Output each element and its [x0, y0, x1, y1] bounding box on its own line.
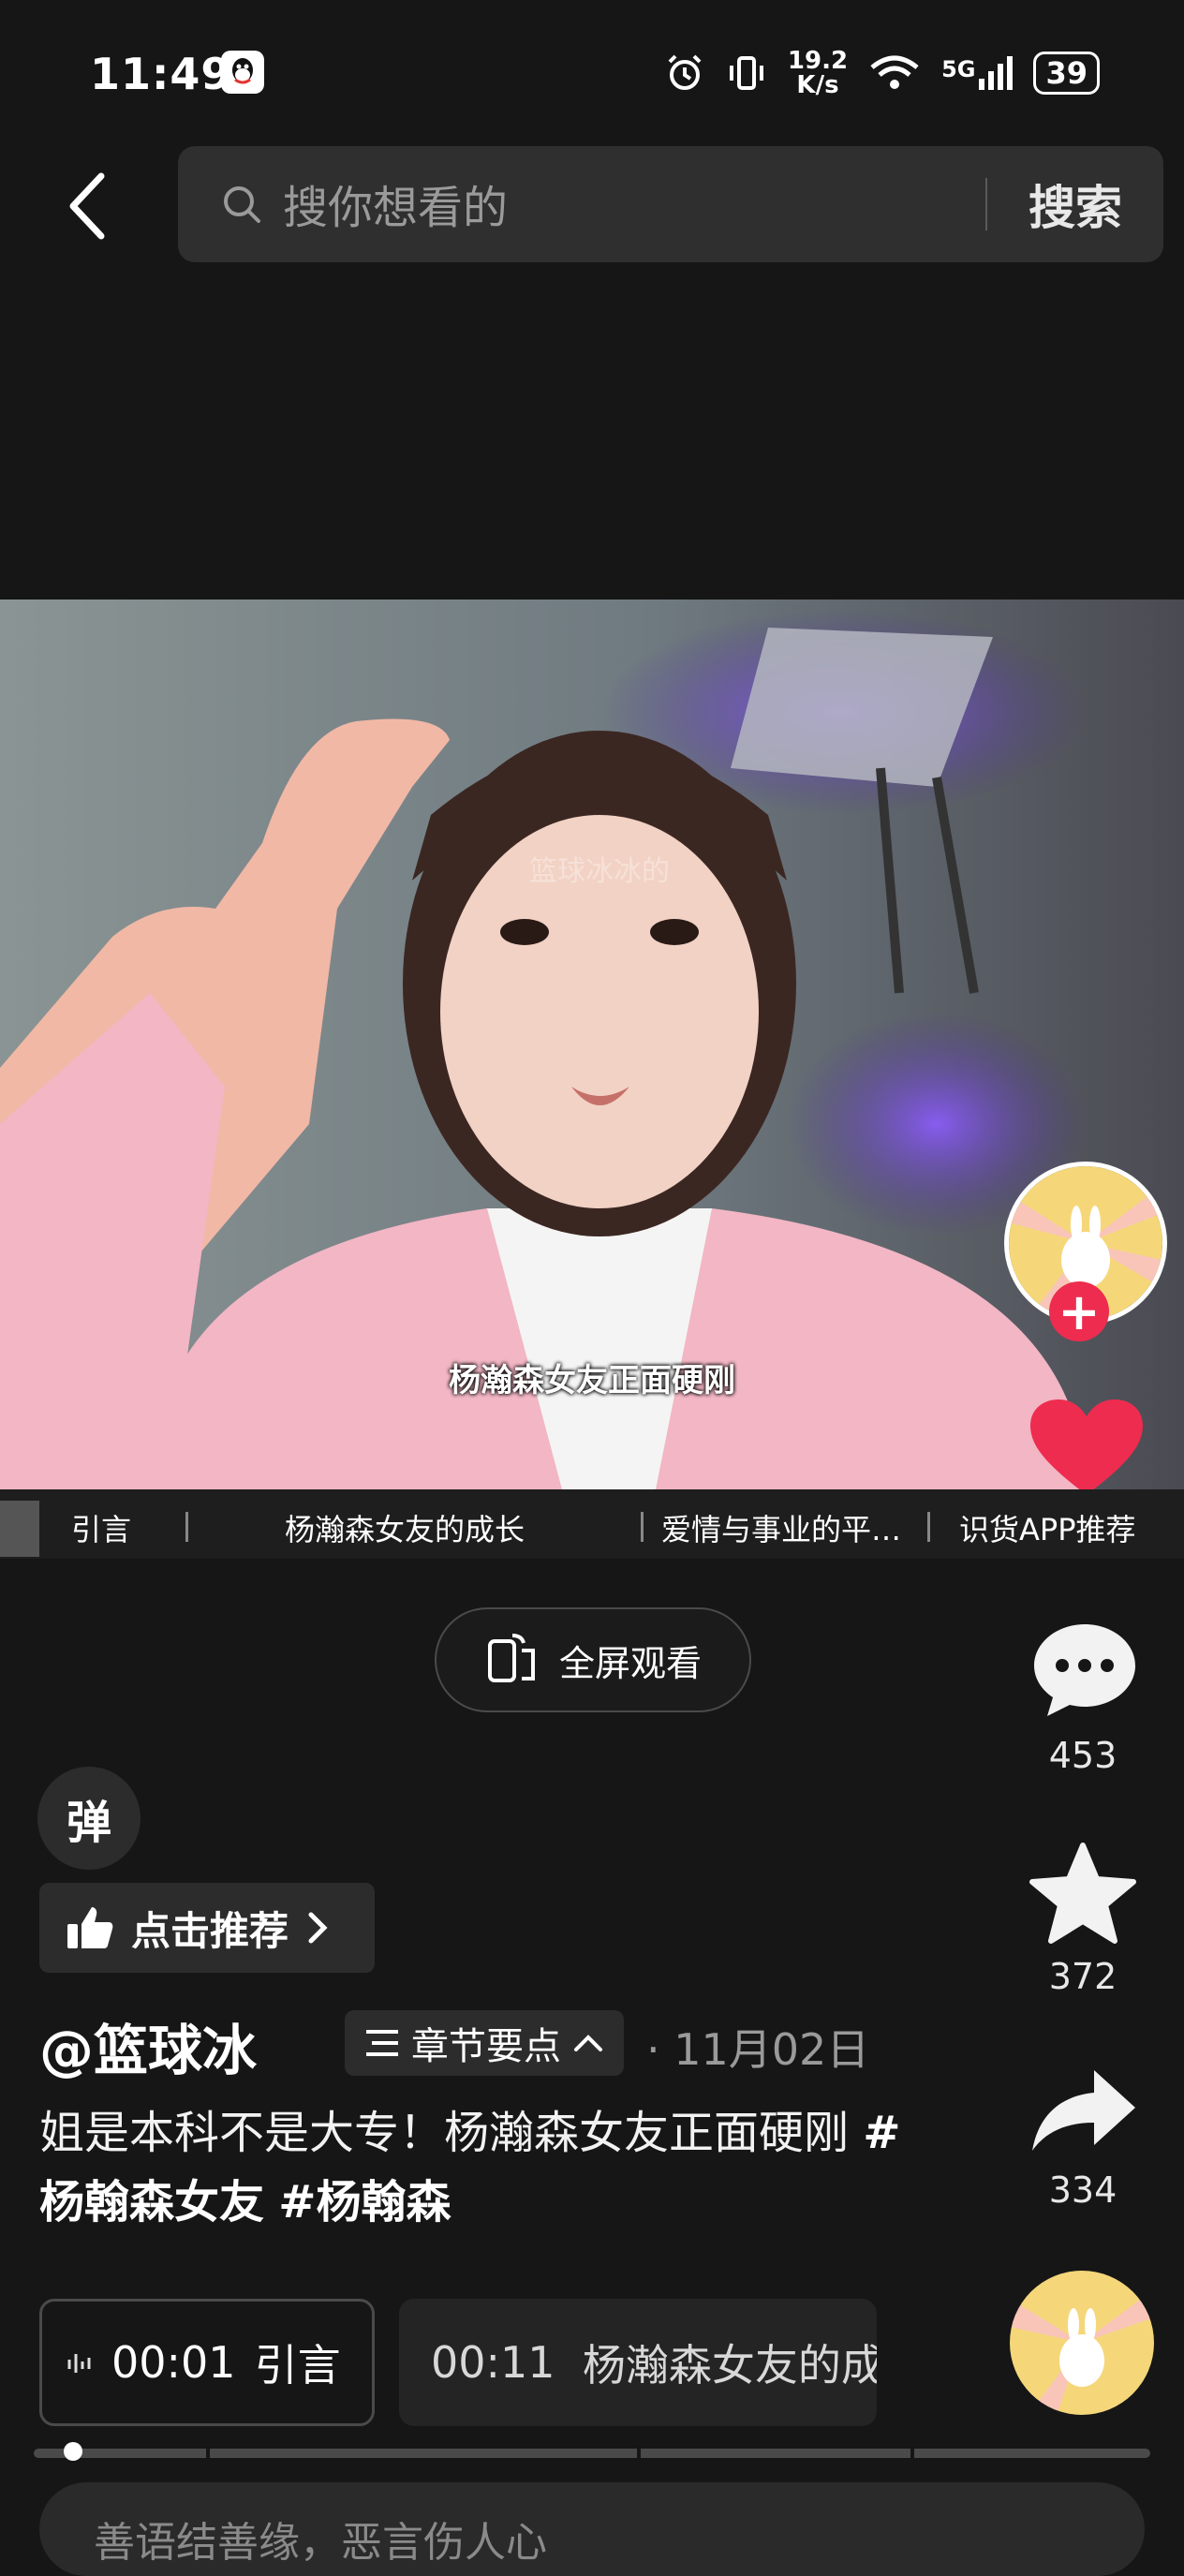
battery-indicator: 39: [1033, 52, 1100, 95]
cellular-signal-icon: 5G: [941, 56, 1014, 90]
audio-wave-icon: [67, 2354, 91, 2373]
qq-notification-icon: [221, 51, 264, 94]
favorite-count: 372: [1048, 1956, 1117, 1997]
search-input[interactable]: 搜你想看的: [283, 170, 508, 236]
list-icon: [366, 2030, 398, 2056]
alarm-icon: [668, 54, 702, 90]
comment-input[interactable]: 善语结善缘，恶言伤人心: [94, 2509, 547, 2569]
chapter-card-active[interactable]: 00:01 引言: [39, 2299, 375, 2426]
chapter-bar-item[interactable]: 引言: [71, 1506, 131, 1549]
chapter-bar-item[interactable]: 爱情与事业的平…: [661, 1506, 901, 1549]
back-button[interactable]: [60, 169, 116, 244]
music-disc-avatar[interactable]: [1010, 2271, 1154, 2415]
status-icons: 19.2 K/s 5G 39: [664, 49, 1100, 97]
rabbit-avatar-icon: [1010, 2271, 1154, 2415]
fullscreen-label: 全屏观看: [558, 1642, 702, 1684]
comment-count: 453: [1048, 1735, 1117, 1776]
rotate-screen-icon: [487, 1634, 535, 1682]
chevron-up-icon: [574, 2035, 602, 2051]
chapter-card-time: 00:11: [431, 2337, 555, 2388]
chapter-bar-item[interactable]: 杨瀚森女友的成长: [285, 1506, 525, 1549]
chapter-separator: [927, 1512, 930, 1542]
author-name[interactable]: @篮球冰: [39, 2006, 257, 2085]
search-icon: [224, 186, 260, 223]
danmaku-toggle-button[interactable]: 弹: [37, 1767, 141, 1870]
post-date: · 11月02日: [646, 2024, 870, 2075]
progress-chapter-tick: [206, 2449, 210, 2458]
recommend-label: 点击推荐: [131, 1907, 289, 1954]
chapter-separator: [185, 1512, 188, 1542]
share-arrow-icon[interactable]: [1029, 2066, 1139, 2154]
vibrate-icon: [729, 56, 763, 90]
wifi-icon: [870, 55, 919, 89]
follow-button[interactable]: +: [1049, 1281, 1109, 1341]
progress-chapter-tick: [910, 2449, 914, 2458]
favorite-star-icon[interactable]: [1029, 1842, 1137, 1947]
chapter-points-label: 章节要点: [411, 2025, 561, 2068]
post-description: 姐是本科不是大专！杨瀚森女友正面硬刚 #杨翰森女友 #杨翰森: [39, 2098, 901, 2237]
video-watermark: 篮球冰冰的: [529, 855, 670, 888]
progress-chapter-tick: [637, 2449, 641, 2458]
chapter-bar-item[interactable]: 识货APP推荐: [959, 1506, 1175, 1549]
chevron-left-icon: [69, 172, 105, 240]
chapter-separator: [641, 1512, 644, 1542]
progress-knob[interactable]: [64, 2442, 82, 2461]
chapter-points-button[interactable]: 章节要点: [345, 2010, 624, 2076]
fullscreen-button[interactable]: 全屏观看: [435, 1607, 751, 1712]
status-time: 11:49: [90, 49, 232, 99]
comment-icon[interactable]: [1030, 1621, 1139, 1720]
network-speed: 19.2 K/s: [788, 49, 848, 97]
thumbs-up-icon: [67, 1907, 113, 1948]
search-divider: [985, 178, 987, 230]
description-text: 姐是本科不是大专！杨瀚森女友正面硬刚: [39, 2107, 850, 2159]
video-caption: 杨瀚森女友正面硬刚: [449, 1362, 735, 1399]
chapter-card-title: 引言: [254, 2340, 341, 2391]
chapter-bar-handle[interactable]: [0, 1501, 39, 1557]
network-type: 5G: [941, 56, 976, 82]
recommend-button[interactable]: 点击推荐: [39, 1883, 375, 1973]
search-button[interactable]: 搜索: [1029, 170, 1122, 238]
chevron-right-icon: [308, 1912, 328, 1944]
share-count: 334: [1048, 2169, 1117, 2211]
chapter-card[interactable]: 00:11 杨瀚森女友的成长: [399, 2299, 877, 2426]
chapter-card-time: 00:01: [111, 2337, 236, 2388]
chapter-card-title: 杨瀚森女友的成长: [582, 2340, 877, 2391]
speed-value: 19.2: [787, 47, 849, 75]
video-progress-bar[interactable]: [34, 2449, 1150, 2458]
speed-unit: K/s: [796, 71, 839, 99]
like-heart-icon[interactable]: [1029, 1398, 1145, 1501]
hashtag[interactable]: #杨翰森: [278, 2176, 451, 2228]
